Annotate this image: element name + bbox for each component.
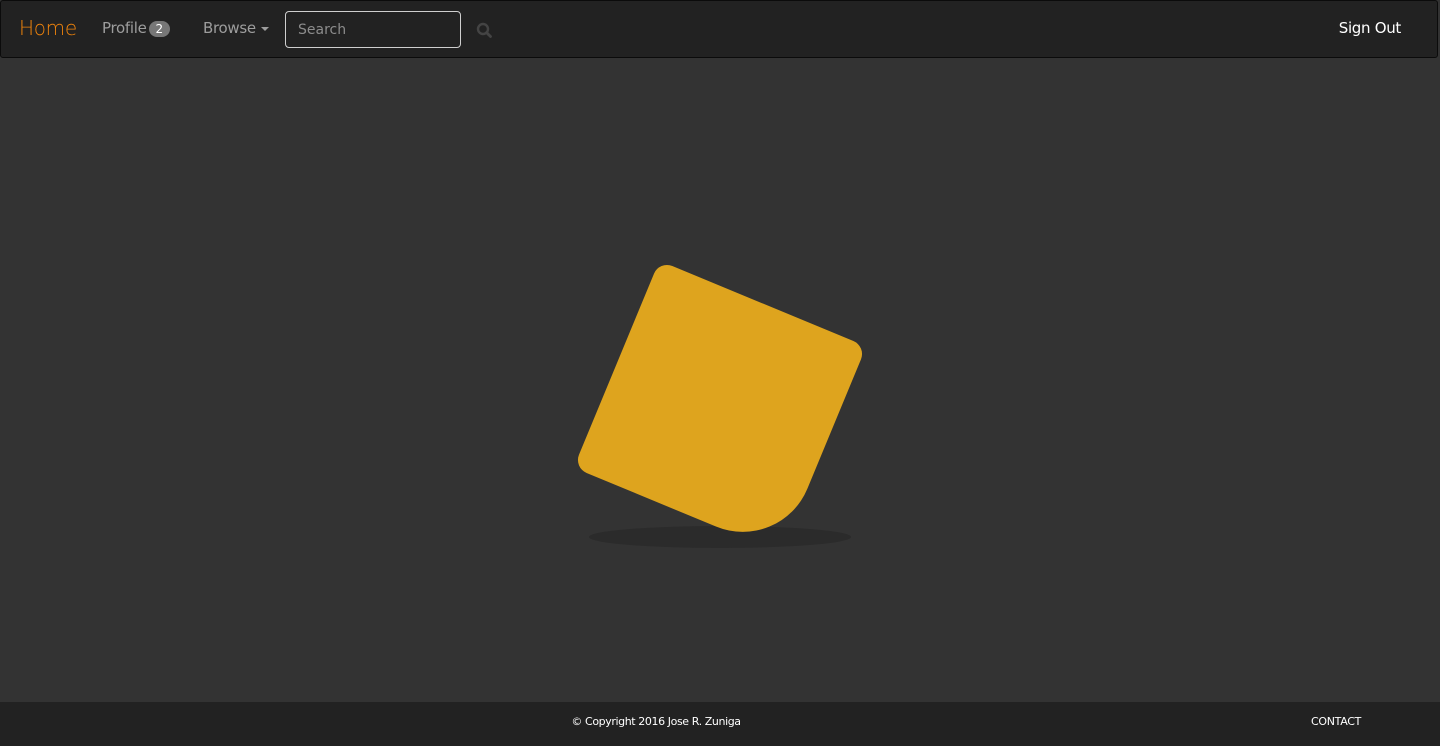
search-input[interactable] <box>285 11 461 48</box>
footer: © Copyright 2016 Jose R. Zuniga CONTACT <box>0 702 1440 746</box>
search-icon[interactable] <box>473 19 495 41</box>
loader-square <box>573 260 867 554</box>
caret-down-icon <box>260 27 269 31</box>
home-link[interactable]: Home <box>19 16 77 40</box>
contact-link[interactable]: CONTACT <box>1311 715 1361 728</box>
loader-shadow <box>589 526 851 548</box>
notification-badge: 2 <box>148 20 170 37</box>
profile-link[interactable]: Profile 2 <box>102 19 170 37</box>
profile-label: Profile <box>102 19 147 37</box>
copyright-text: © Copyright 2016 Jose R. Zuniga <box>571 715 741 728</box>
browse-label: Browse <box>203 19 256 37</box>
sign-out-link[interactable]: Sign Out <box>1339 19 1402 37</box>
navbar: Home Profile 2 Browse Sign Out <box>0 0 1438 58</box>
browse-dropdown[interactable]: Browse <box>203 19 269 37</box>
